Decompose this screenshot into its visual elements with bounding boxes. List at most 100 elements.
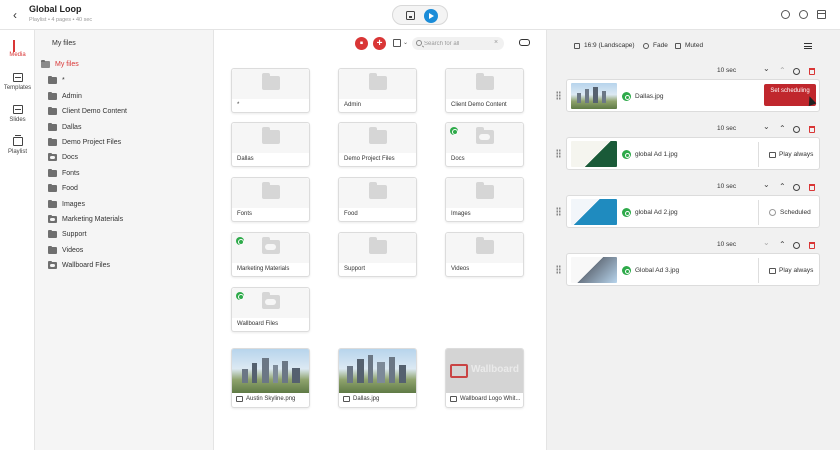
trash-icon[interactable] bbox=[809, 184, 815, 191]
transition-control[interactable]: Fade bbox=[643, 42, 668, 49]
duration-selector[interactable]: 10 sec bbox=[717, 241, 736, 248]
image-file-icon bbox=[343, 396, 350, 402]
aspect-ratio-control[interactable]: 16:9 (Landscape) bbox=[574, 42, 635, 49]
tree-item-docs[interactable]: Docs bbox=[48, 152, 78, 161]
duration-selector[interactable]: 10 sec bbox=[717, 125, 736, 132]
tree-item-label: * bbox=[62, 77, 65, 84]
folder-card[interactable]: Demo Project Files bbox=[338, 122, 417, 167]
folder-card[interactable]: * bbox=[231, 68, 310, 113]
drag-handle-icon[interactable] bbox=[556, 149, 561, 158]
audio-control[interactable]: Muted bbox=[675, 42, 703, 49]
tree-item-food[interactable]: Food bbox=[48, 183, 78, 192]
tree-item-wallboard-files[interactable]: Wallboard Files bbox=[48, 260, 110, 269]
image-card[interactable]: Austin Skyline.png bbox=[231, 348, 310, 408]
tree-item-label: Docs bbox=[62, 154, 78, 161]
folder-card[interactable]: Client Demo Content bbox=[445, 68, 524, 113]
schedule-status[interactable]: Scheduled bbox=[769, 209, 811, 216]
add-button[interactable]: + bbox=[373, 37, 386, 50]
image-card-label: Dallas.jpg bbox=[353, 396, 380, 402]
tree-item-client-demo-content[interactable]: Client Demo Content bbox=[48, 106, 127, 115]
chevron-down-icon[interactable]: ⌄ bbox=[763, 122, 770, 131]
folder-card[interactable]: Docs bbox=[445, 122, 524, 167]
tree-item-marketing-materials[interactable]: Marketing Materials bbox=[48, 214, 123, 223]
folder-icon bbox=[262, 127, 280, 144]
trash-icon[interactable] bbox=[809, 68, 815, 75]
tree-item-fonts[interactable]: Fonts bbox=[48, 168, 80, 177]
folder-icon bbox=[476, 237, 494, 254]
trash-icon[interactable] bbox=[809, 242, 815, 249]
schedule-status[interactable]: Play always bbox=[769, 267, 813, 274]
schedule-status[interactable]: Play always bbox=[769, 151, 813, 158]
nav-slides[interactable]: Slides bbox=[0, 105, 35, 123]
folder-card[interactable]: Marketing Materials bbox=[231, 232, 310, 277]
folder-icon bbox=[48, 137, 57, 146]
folder-card[interactable]: Dallas bbox=[231, 122, 310, 167]
folder-card[interactable]: Fonts bbox=[231, 177, 310, 222]
back-arrow-icon[interactable]: ‹ bbox=[13, 9, 23, 21]
tree-item-images[interactable]: Images bbox=[48, 199, 85, 208]
chevron-up-icon[interactable]: ⌃ bbox=[779, 182, 786, 191]
nav-playlist[interactable]: Playlist bbox=[0, 135, 35, 155]
trash-icon[interactable] bbox=[809, 126, 815, 133]
playlist-item[interactable]: global Ad 2.jpg Scheduled bbox=[566, 195, 820, 228]
tree-item-label: Support bbox=[62, 231, 87, 238]
playlist-item[interactable]: global Ad 1.jpg Play always bbox=[566, 137, 820, 170]
folder-card[interactable]: Food bbox=[338, 177, 417, 222]
menu-icon[interactable] bbox=[804, 43, 812, 49]
folder-card[interactable]: Wallboard Files bbox=[231, 287, 310, 332]
layers-icon[interactable] bbox=[393, 39, 401, 47]
files-area: ▪ + ⌄ × * Admin Client Demo Content Dall… bbox=[214, 30, 546, 450]
image-card[interactable]: Wallboard Wallboard Logo Whit... bbox=[445, 348, 524, 408]
chevron-up-icon[interactable]: ⌃ bbox=[779, 66, 786, 75]
tree-item-dallas[interactable]: Dallas bbox=[48, 122, 81, 131]
folder-card-label: Wallboard Files bbox=[237, 321, 279, 327]
gear-icon[interactable] bbox=[793, 184, 800, 191]
tree-root-my-files[interactable]: My files bbox=[41, 59, 79, 68]
chevron-down-icon[interactable]: ⌄ bbox=[403, 39, 408, 46]
calendar-icon[interactable] bbox=[817, 10, 826, 19]
schedule-status-label: Play always bbox=[779, 151, 814, 158]
gear-icon[interactable] bbox=[793, 242, 800, 249]
tree-item-support[interactable]: Support bbox=[48, 229, 87, 238]
drag-handle-icon[interactable] bbox=[556, 91, 561, 100]
duration-selector[interactable]: 10 sec bbox=[717, 67, 736, 74]
slides-icon bbox=[12, 105, 23, 114]
folder-card[interactable]: Images bbox=[445, 177, 524, 222]
duration-selector[interactable]: 10 sec bbox=[717, 183, 736, 190]
chevron-up-icon[interactable]: ⌃ bbox=[779, 124, 786, 133]
playlist-item[interactable]: Dallas.jpg Set scheduling bbox=[566, 79, 820, 112]
tree-item-star[interactable]: * bbox=[48, 75, 65, 84]
cloud-sync-icon[interactable] bbox=[519, 39, 530, 46]
gear-icon[interactable] bbox=[793, 68, 800, 75]
clear-search-icon[interactable]: × bbox=[494, 39, 498, 46]
folder-card[interactable]: Videos bbox=[445, 232, 524, 277]
dallas-thumbnail bbox=[339, 349, 416, 393]
chevron-up-icon[interactable]: ⌃ bbox=[779, 240, 786, 249]
drag-handle-icon[interactable] bbox=[556, 265, 561, 274]
save-icon[interactable] bbox=[406, 11, 415, 20]
folder-icon bbox=[369, 127, 387, 144]
chevron-down-icon[interactable]: ⌄ bbox=[763, 180, 770, 189]
play-button[interactable] bbox=[424, 9, 438, 23]
chevron-down-icon[interactable]: ⌄ bbox=[763, 238, 770, 247]
folder-card[interactable]: Support bbox=[338, 232, 417, 277]
help-icon[interactable] bbox=[799, 10, 808, 19]
upload-folder-button[interactable]: ▪ bbox=[355, 37, 368, 50]
drag-handle-icon[interactable] bbox=[556, 207, 561, 216]
sync-status-icon bbox=[450, 127, 458, 135]
nav-media[interactable]: Media bbox=[0, 40, 35, 58]
search-input[interactable] bbox=[424, 38, 492, 49]
left-nav: Media Templates Slides Playlist bbox=[0, 30, 35, 450]
tree-item-label: Videos bbox=[62, 247, 84, 254]
playlist-item[interactable]: Global Ad 3.jpg Play always bbox=[566, 253, 820, 286]
folder-card[interactable]: Admin bbox=[338, 68, 417, 113]
chevron-down-icon[interactable]: ⌄ bbox=[763, 64, 770, 73]
nav-templates[interactable]: Templates bbox=[0, 73, 35, 91]
settings-icon[interactable] bbox=[781, 10, 790, 19]
tree-item-demo-project-files[interactable]: Demo Project Files bbox=[48, 137, 121, 146]
tree-item-admin[interactable]: Admin bbox=[48, 91, 82, 100]
gear-icon[interactable] bbox=[793, 126, 800, 133]
tree-root-label: My files bbox=[55, 61, 79, 68]
image-card[interactable]: Dallas.jpg bbox=[338, 348, 417, 408]
tree-item-videos[interactable]: Videos bbox=[48, 245, 84, 254]
